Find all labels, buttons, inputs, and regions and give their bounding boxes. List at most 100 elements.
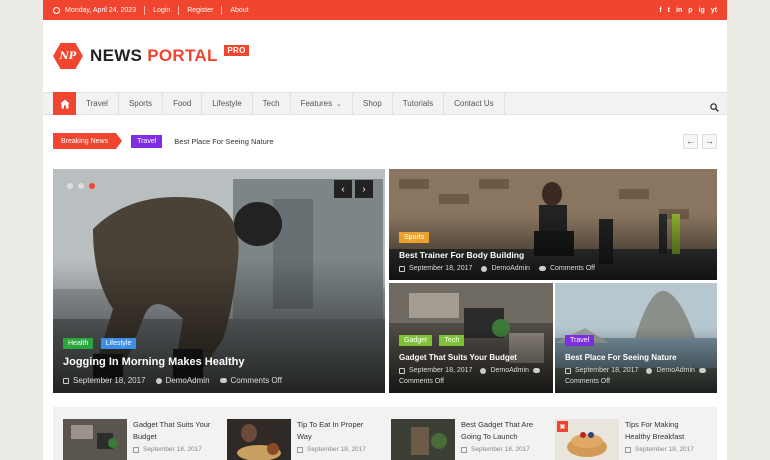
- post-date: September 18, 2017: [307, 446, 366, 453]
- ticker-prev-button[interactable]: ←: [683, 133, 698, 149]
- post-title[interactable]: Tips For Making Healthy Breakfast: [625, 419, 705, 443]
- tag-gadget[interactable]: Gadget: [399, 335, 432, 346]
- post-author[interactable]: DemoAdmin: [491, 265, 530, 272]
- facebook-icon[interactable]: f: [659, 7, 661, 14]
- post-date: September 18, 2017: [73, 376, 146, 385]
- tag-health[interactable]: Health: [63, 338, 94, 349]
- post-comments[interactable]: Comments Off: [565, 378, 610, 385]
- post-date: September 18, 2017: [575, 367, 639, 374]
- post-date: September 18, 2017: [409, 367, 473, 374]
- comment-icon: [698, 368, 706, 373]
- ticker-next-button[interactable]: →: [702, 133, 717, 149]
- about-link[interactable]: About: [230, 7, 248, 14]
- nav-item-contact-us[interactable]: Contact Us: [444, 92, 505, 115]
- instagram-icon[interactable]: ig: [699, 7, 705, 14]
- slider-next-button[interactable]: ›: [355, 180, 373, 198]
- slider-prev-button[interactable]: ‹: [334, 180, 352, 198]
- nav-item-features[interactable]: Features ⌄: [291, 92, 354, 115]
- ticker-headline[interactable]: Best Place For Seeing Nature: [174, 137, 273, 146]
- tag-sports[interactable]: Sports: [399, 232, 430, 243]
- slider-dot[interactable]: [78, 183, 84, 189]
- nav-item-shop[interactable]: Shop: [353, 92, 393, 115]
- post-date: September 18, 2017: [471, 446, 530, 453]
- calendar-icon: [565, 367, 571, 374]
- post-author[interactable]: DemoAdmin: [166, 376, 210, 385]
- tag-tech[interactable]: Tech: [439, 335, 465, 346]
- comment-icon: [532, 368, 540, 373]
- list-item[interactable]: Tip To Eat In Proper Way September 18, 2…: [227, 419, 377, 460]
- home-icon: [60, 99, 69, 108]
- recent-posts-strip: Gadget That Suits Your Budget September …: [53, 407, 717, 460]
- top-bar: Monday, April 24, 2023 Login Register Ab…: [43, 0, 727, 20]
- post-comments[interactable]: Comments Off: [399, 378, 444, 385]
- main-nav: Travel Sports Food Lifestyle Tech Featur…: [43, 92, 727, 115]
- slider-dot[interactable]: [67, 183, 73, 189]
- linkedin-icon[interactable]: in: [676, 7, 682, 14]
- post-thumbnail[interactable]: ▣: [555, 419, 619, 460]
- date-display: Monday, April 24, 2023: [53, 6, 136, 14]
- calendar-icon: [133, 446, 139, 453]
- nav-item-tutorials[interactable]: Tutorials: [393, 92, 445, 115]
- breaking-news-label: Breaking News: [53, 133, 123, 149]
- slider-dot-active[interactable]: [89, 183, 95, 189]
- chevron-down-icon: ⌄: [336, 100, 343, 108]
- user-icon: [481, 265, 488, 272]
- post-thumbnail[interactable]: [391, 419, 455, 460]
- slider-dots: [67, 183, 95, 189]
- calendar-icon: [399, 265, 405, 272]
- calendar-icon: [625, 446, 631, 453]
- post-date: September 18, 2017: [143, 446, 202, 453]
- user-icon: [646, 367, 653, 374]
- nav-item-food[interactable]: Food: [163, 92, 203, 115]
- nav-item-sports[interactable]: Sports: [119, 92, 164, 115]
- register-link[interactable]: Register: [187, 7, 213, 14]
- card-title[interactable]: Gadget That Suits Your Budget: [399, 353, 545, 362]
- post-title[interactable]: Best Gadget That Are Going To Launch: [461, 419, 541, 443]
- gallery-icon: ▣: [557, 421, 568, 432]
- post-comments[interactable]: Comments Off: [550, 265, 595, 272]
- social-icons: f t in p ig yt: [659, 7, 717, 14]
- calendar-icon: [461, 446, 467, 453]
- search-icon[interactable]: [710, 99, 719, 112]
- featured-slider[interactable]: ‹ › Health Lifestyle Jogging In Morning …: [53, 169, 385, 393]
- pinterest-icon[interactable]: p: [688, 7, 692, 14]
- breaking-news-ticker: Breaking News Travel Best Place For Seei…: [53, 133, 717, 149]
- post-title[interactable]: Gadget That Suits Your Budget: [133, 419, 213, 443]
- nav-item-travel[interactable]: Travel: [76, 92, 119, 115]
- logo-icon[interactable]: NP: [53, 43, 83, 69]
- post-date: September 18, 2017: [409, 265, 473, 272]
- post-author[interactable]: DemoAdmin: [656, 367, 695, 374]
- calendar-icon: [399, 367, 405, 374]
- home-button[interactable]: [53, 92, 76, 115]
- post-thumbnail[interactable]: [227, 419, 291, 460]
- list-item[interactable]: Gadget That Suits Your Budget September …: [63, 419, 213, 460]
- ticker-category[interactable]: Travel: [131, 134, 163, 148]
- user-icon: [480, 367, 487, 374]
- post-title[interactable]: Tip To Eat In Proper Way: [297, 419, 377, 443]
- featured-card[interactable]: Sports Best Trainer For Body Building Se…: [389, 169, 717, 280]
- post-comments[interactable]: Comments Off: [231, 376, 282, 385]
- login-link[interactable]: Login: [153, 7, 170, 14]
- calendar-icon: [297, 446, 303, 453]
- site-header: NP NEWS PORTAL PRO: [43, 20, 727, 92]
- featured-card[interactable]: Travel Best Place For Seeing Nature Sept…: [555, 283, 717, 393]
- clock-icon: [53, 6, 60, 14]
- tag-lifestyle[interactable]: Lifestyle: [100, 338, 137, 349]
- list-item[interactable]: Best Gadget That Are Going To Launch Sep…: [391, 419, 541, 460]
- post-thumbnail[interactable]: [63, 419, 127, 460]
- slider-title[interactable]: Jogging In Morning Makes Healthy: [63, 356, 377, 368]
- post-date: September 18, 2017: [635, 446, 694, 453]
- featured-card[interactable]: Gadget Tech Gadget That Suits Your Budge…: [389, 283, 553, 393]
- user-icon: [155, 377, 162, 384]
- card-title[interactable]: Best Trainer For Body Building: [399, 250, 709, 260]
- twitter-icon[interactable]: t: [668, 7, 670, 14]
- tag-travel[interactable]: Travel: [565, 335, 595, 346]
- list-item[interactable]: ▣ Tips For Making Healthy Breakfast Sept…: [555, 419, 705, 460]
- youtube-icon[interactable]: yt: [711, 7, 717, 14]
- nav-item-tech[interactable]: Tech: [253, 92, 291, 115]
- post-author[interactable]: DemoAdmin: [490, 367, 529, 374]
- pro-badge: PRO: [224, 45, 249, 56]
- nav-item-lifestyle[interactable]: Lifestyle: [202, 92, 253, 115]
- card-title[interactable]: Best Place For Seeing Nature: [565, 353, 709, 362]
- site-logo[interactable]: NEWS PORTAL PRO: [90, 45, 249, 66]
